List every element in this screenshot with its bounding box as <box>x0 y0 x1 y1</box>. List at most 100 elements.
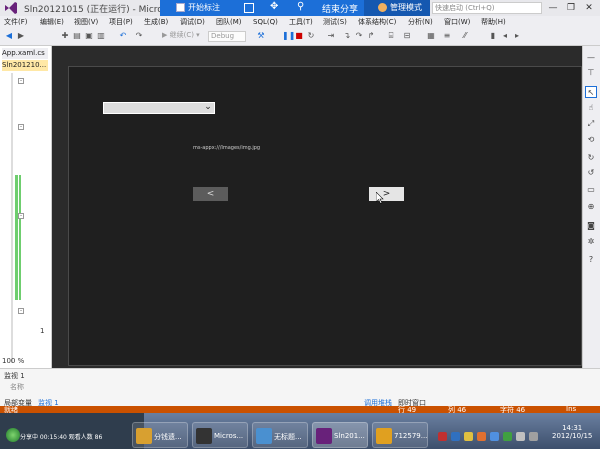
menu-project[interactable]: 项目(P) <box>109 16 133 28</box>
taskbar-app-5[interactable]: 712579... <box>372 422 428 448</box>
menu-window[interactable]: 窗口(W) <box>444 16 470 28</box>
close-button[interactable]: ✕ <box>582 2 596 14</box>
new-project-icon[interactable]: ✚ <box>60 31 70 41</box>
attach-icon[interactable]: ⚒ <box>256 31 266 41</box>
rotate-clockwise-icon[interactable]: ↻ <box>585 152 597 164</box>
save-icon[interactable]: ▣ <box>84 31 94 41</box>
next-bookmark-icon[interactable]: ▸ <box>512 31 522 41</box>
clock[interactable]: 14:31 2012/10/15 <box>552 424 592 440</box>
collapse-icon[interactable]: - <box>18 124 24 130</box>
step-out-icon[interactable]: ↱ <box>366 31 376 41</box>
show-next-statement-icon[interactable]: ⇥ <box>326 31 336 41</box>
resolution-icon[interactable]: ▭ <box>585 184 597 196</box>
menu-help[interactable]: 帮助(H) <box>481 16 506 28</box>
collapse-icon[interactable]: - <box>18 308 24 314</box>
format-icon[interactable]: ≡ <box>442 31 452 41</box>
tray-icon[interactable] <box>490 432 499 441</box>
menu-analyze[interactable]: 分析(N) <box>408 16 433 28</box>
stop-share-button[interactable]: 结束分享 <box>322 2 358 15</box>
stop-icon[interactable]: ■ <box>294 31 304 41</box>
step-into-icon[interactable]: ↴ <box>342 31 352 41</box>
continue-button[interactable]: ▶ 继续(C) ▾ <box>160 31 206 42</box>
previous-button[interactable]: < <box>193 187 228 201</box>
undo-icon[interactable]: ↶ <box>118 31 128 41</box>
debug-panels <box>0 368 600 398</box>
tray-icon[interactable] <box>464 432 473 441</box>
open-icon[interactable]: ▤ <box>72 31 82 41</box>
start-orb-icon[interactable] <box>6 428 20 442</box>
pause-icon[interactable]: ❚❚ <box>282 31 295 41</box>
comment-icon[interactable]: ⁄⁄ <box>460 31 470 41</box>
user-icon <box>378 3 387 12</box>
annotate-checkbox[interactable] <box>176 3 185 12</box>
restart-icon[interactable]: ↻ <box>306 31 316 41</box>
window-title: Sln20121015 (正在运行) - Microso <box>24 5 173 15</box>
pin-icon[interactable]: ⊤ <box>585 67 597 79</box>
rotate-counterclockwise-icon[interactable]: ↺ <box>585 167 597 179</box>
code-editor[interactable] <box>0 46 52 368</box>
taskbar-app-3[interactable]: 无标题... <box>252 422 308 448</box>
hex-icon[interactable]: ⌸ <box>386 31 396 41</box>
change-indicator <box>15 175 18 300</box>
menu-test[interactable]: 测试(S) <box>323 16 347 28</box>
settings-icon[interactable]: ✲ <box>585 236 597 248</box>
chevron-down-icon[interactable]: ⌄ <box>202 102 214 114</box>
pointer-mode-icon[interactable]: ↖ <box>585 86 597 98</box>
pinch-zoom-icon[interactable]: ⤢ <box>585 118 597 130</box>
touch-mode-icon[interactable]: ☝ <box>585 102 597 114</box>
tray-icon[interactable] <box>503 432 512 441</box>
breakpoint-icon[interactable]: ⊟ <box>402 31 412 41</box>
admin-mode-button[interactable]: 管理模式 <box>390 2 422 13</box>
save-all-icon[interactable]: ▥ <box>96 31 106 41</box>
zoom-dropdown[interactable]: 100 % <box>2 357 24 365</box>
region-select-icon[interactable] <box>244 3 254 13</box>
taskbar-app-visual-studio[interactable]: Sln201... <box>312 422 368 448</box>
help-icon[interactable]: ? <box>585 254 597 266</box>
menu-debug[interactable]: 调试(D) <box>180 16 205 28</box>
forward-icon[interactable]: ▶ <box>16 31 26 41</box>
move-icon[interactable]: ✥ <box>270 1 278 12</box>
menu-file[interactable]: 文件(F) <box>4 16 28 28</box>
terminal-icon <box>196 428 212 444</box>
menu-view[interactable]: 视图(V) <box>74 16 98 28</box>
prev-bookmark-icon[interactable]: ◂ <box>500 31 510 41</box>
config-dropdown[interactable]: Debug <box>208 31 246 42</box>
rotate-touch-icon[interactable]: ⟲ <box>585 134 597 146</box>
back-icon[interactable]: ◀ <box>4 31 14 41</box>
step-over-icon[interactable]: ↷ <box>354 31 364 41</box>
image-path-text: ms-appx:///Images/img.jpg <box>193 145 261 151</box>
tray-icon[interactable] <box>438 432 447 441</box>
menu-build[interactable]: 生成(B) <box>144 16 168 28</box>
tab-solution-file[interactable]: Sln201210... <box>2 60 48 71</box>
screenshot-icon[interactable]: ◙ <box>585 220 597 232</box>
qq-icon <box>376 428 392 444</box>
layout-icon[interactable]: ▦ <box>426 31 436 41</box>
tray-icon[interactable] <box>477 432 486 441</box>
menu-tools[interactable]: 工具(T) <box>289 16 313 28</box>
minimize-icon[interactable]: — <box>585 52 597 64</box>
menu-edit[interactable]: 编辑(E) <box>40 16 64 28</box>
collapse-icon[interactable]: - <box>18 78 24 84</box>
quick-launch-input[interactable]: 快速启动 (Ctrl+Q) <box>432 2 542 14</box>
change-indicator-2 <box>19 175 21 300</box>
collapse-icon[interactable]: - <box>18 213 24 219</box>
minimize-button[interactable]: — <box>546 2 560 14</box>
taskbar-app-1[interactable]: 分钱遗... <box>132 422 188 448</box>
restore-button[interactable]: ❐ <box>564 2 578 14</box>
image-selector-combobox[interactable] <box>103 102 215 114</box>
menu-sql[interactable]: SQL(Q) <box>253 16 278 28</box>
menu-team[interactable]: 团队(M) <box>216 16 242 28</box>
next-button[interactable]: > <box>369 187 404 201</box>
location-icon[interactable]: ⊕ <box>585 201 597 213</box>
tray-icon[interactable] <box>451 432 460 441</box>
tab-app-xaml-cs[interactable]: App.xaml.cs <box>2 48 48 59</box>
menu-architecture[interactable]: 体系结构(C) <box>358 16 396 28</box>
visual-studio-icon <box>316 428 332 444</box>
network-icon[interactable] <box>516 432 525 441</box>
start-annotate-label[interactable]: 开始标注 <box>188 2 220 13</box>
redo-icon[interactable]: ↷ <box>134 31 144 41</box>
bookmark-icon[interactable]: ▮ <box>488 31 498 41</box>
taskbar-app-2[interactable]: Micros... <box>192 422 248 448</box>
volume-icon[interactable] <box>529 432 538 441</box>
zoom-icon[interactable]: ⚲ <box>297 1 304 12</box>
